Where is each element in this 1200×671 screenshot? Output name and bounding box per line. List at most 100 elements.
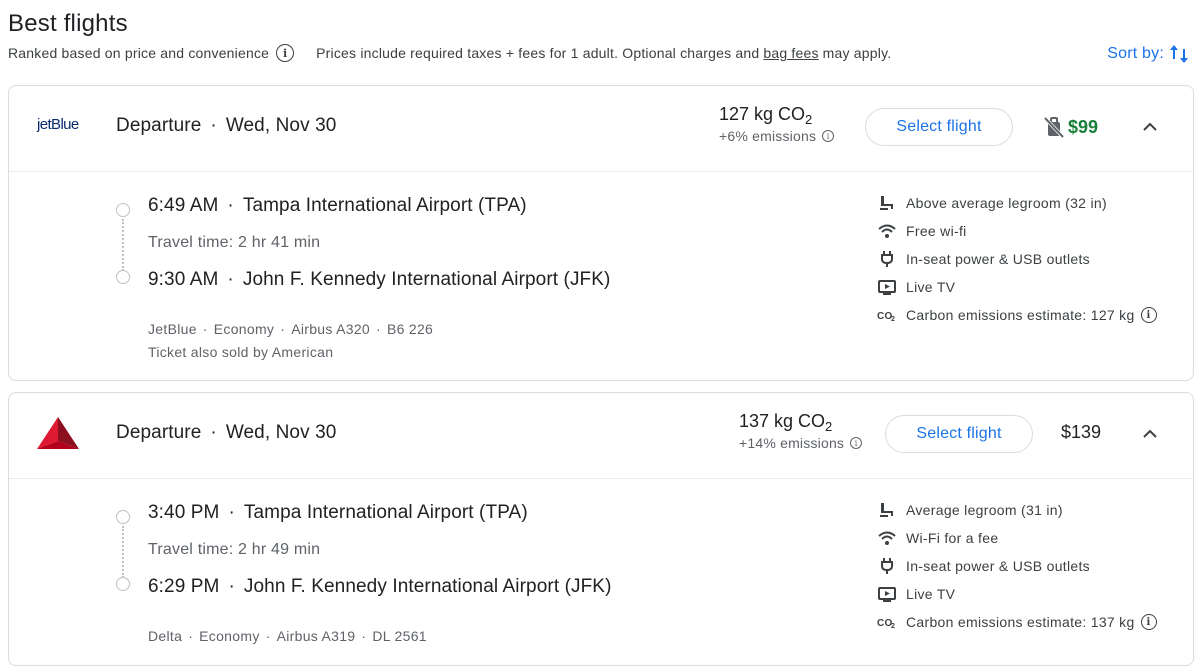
- amenity-text: Above average legroom (32 in): [906, 195, 1107, 211]
- timeline-dots: [122, 219, 124, 271]
- amenity-text: Free wi-fi: [906, 223, 967, 239]
- arrival-stop: 6:29 PM · John F. Kennedy International Ai…: [148, 576, 612, 597]
- arrive-airport: John F. Kennedy International Airport (J…: [243, 576, 612, 597]
- amenity-text: In-seat power & USB outlets: [906, 558, 1090, 574]
- prices-text: Prices include required taxes + fees for…: [316, 45, 760, 61]
- meta-flight-number: DL 2561: [372, 628, 427, 644]
- amenity-row: CO 2 Carbon emissions estimate: 127 kg i: [877, 305, 1157, 325]
- svg-text:2: 2: [891, 623, 895, 629]
- delta-logo: [37, 417, 79, 449]
- no-carry-on-bag-icon: [1043, 116, 1065, 139]
- emissions-sub: 2: [825, 419, 833, 434]
- power-plug-icon: [877, 556, 897, 576]
- amenity-row: Wi-Fi for a fee: [877, 528, 998, 548]
- price: $139: [1061, 422, 1101, 443]
- departure-date: Departure · Wed, Nov 30: [116, 115, 337, 136]
- arrive-circle: [116, 577, 130, 591]
- emissions: 127 kg CO2 +6% emissions i: [719, 104, 835, 144]
- amenity-text: In-seat power & USB outlets: [906, 251, 1090, 267]
- wifi-icon: [877, 528, 897, 548]
- price-value: $139: [1061, 422, 1102, 442]
- arrive-time: 9:30 AM: [148, 269, 219, 290]
- co2-icon: CO 2: [877, 305, 897, 325]
- legroom-icon: [877, 193, 897, 213]
- sold-by: Ticket also sold by American: [148, 344, 334, 360]
- flight-meta: Delta · Economy · Airbus A319 · DL 2561: [148, 628, 427, 644]
- flight-meta: JetBlue · Economy · Airbus A320 · B6 226: [148, 321, 434, 337]
- timeline: [116, 510, 130, 591]
- amenity-text: Average legroom (31 in): [906, 502, 1063, 518]
- depart-airport: Tampa International Airport (TPA): [243, 502, 528, 523]
- ranked-text: Ranked based on price and convenience: [8, 45, 270, 61]
- depart-circle: [116, 203, 130, 217]
- meta-airline: Delta: [148, 628, 183, 644]
- amenity-row: In-seat power & USB outlets: [877, 556, 1090, 576]
- timeline: [116, 203, 130, 284]
- amenity-text: Live TV: [906, 586, 956, 602]
- sort-label: Sort by:: [1107, 45, 1164, 62]
- flight-summary[interactable]: Departure · Wed, Nov 30 137 kg CO2 +14% em…: [9, 393, 1193, 479]
- departure-date: Departure · Wed, Nov 30: [116, 422, 337, 443]
- section-title: Best flights: [8, 10, 128, 37]
- amenity-text: Wi-Fi for a fee: [906, 530, 999, 546]
- svg-text:2: 2: [891, 316, 895, 322]
- amenity-row: Live TV: [877, 277, 955, 297]
- meta-aircraft: Airbus A320: [291, 321, 370, 337]
- ranking-info: Ranked based on price and convenience i …: [8, 44, 891, 62]
- flight-summary[interactable]: jetBlue Departure · Wed, Nov 30 127 kg CO2…: [9, 86, 1193, 172]
- power-plug-icon: [877, 249, 897, 269]
- meta-airline: JetBlue: [148, 321, 197, 337]
- amenity-row: CO 2 Carbon emissions estimate: 137 kg i: [877, 612, 1157, 632]
- departure-label: Departure: [116, 115, 202, 136]
- info-icon[interactable]: i: [850, 437, 863, 449]
- live-tv-icon: [877, 584, 897, 604]
- timeline-dots: [122, 526, 124, 578]
- live-tv-icon: [877, 277, 897, 297]
- airline-logo: jetBlue: [37, 116, 79, 133]
- emissions: 137 kg CO2 +14% emissions i: [739, 411, 863, 451]
- select-flight-button[interactable]: Select flight: [885, 415, 1033, 453]
- info-icon[interactable]: i: [822, 130, 835, 142]
- sort-button[interactable]: Sort by:: [1107, 42, 1190, 66]
- emissions-kg: 137 kg CO: [739, 411, 826, 431]
- sort-arrows-icon: [1170, 45, 1188, 63]
- meta-class: Economy: [213, 321, 275, 337]
- arrive-time: 6:29 PM: [148, 576, 220, 597]
- arrive-circle: [116, 270, 130, 284]
- legroom-icon: [877, 500, 897, 520]
- meta-flight-number: B6 226: [386, 321, 434, 337]
- departure-stop: 6:49 AM · Tampa International Airport (TPA…: [148, 195, 527, 216]
- meta-aircraft: Airbus A319: [276, 628, 356, 644]
- amenity-row: Above average legroom (32 in): [877, 193, 1107, 213]
- depart-time: 3:40 PM: [148, 502, 220, 523]
- bag-fees-link[interactable]: bag fees: [763, 45, 818, 61]
- results-header: Best flights Ranked based on price and c…: [8, 8, 1192, 80]
- flight-card[interactable]: jetBlue Departure · Wed, Nov 30 127 kg CO2…: [8, 85, 1194, 381]
- select-flight-button[interactable]: Select flight: [865, 108, 1013, 146]
- amenity-text: Carbon emissions estimate: 127 kg: [906, 307, 1135, 323]
- amenity-row: Free wi-fi: [877, 221, 967, 241]
- travel-time: Travel time: 2 hr 41 min: [148, 234, 321, 251]
- amenity-row: In-seat power & USB outlets: [877, 249, 1090, 269]
- info-icon[interactable]: i: [276, 44, 295, 62]
- date: Wed, Nov 30: [225, 115, 337, 136]
- prices-text-end: may apply.: [822, 45, 892, 61]
- chevron-up-icon[interactable]: [1141, 118, 1159, 136]
- chevron-up-icon[interactable]: [1141, 425, 1159, 443]
- info-icon[interactable]: i: [1140, 307, 1157, 323]
- wifi-icon: [877, 221, 897, 241]
- travel-time: Travel time: 2 hr 49 min: [148, 541, 321, 558]
- emissions-pct: +6% emissions: [719, 128, 817, 144]
- depart-time: 6:49 AM: [148, 195, 219, 216]
- emissions-sub: 2: [805, 112, 813, 127]
- info-icon[interactable]: i: [1140, 614, 1157, 630]
- emissions-pct: +14% emissions: [739, 435, 845, 451]
- flight-card[interactable]: Departure · Wed, Nov 30 137 kg CO2 +14% em…: [8, 392, 1194, 666]
- departure-label: Departure: [116, 422, 202, 443]
- amenity-row: Live TV: [877, 584, 955, 604]
- depart-circle: [116, 510, 130, 524]
- amenity-text: Carbon emissions estimate: 137 kg: [906, 614, 1135, 630]
- departure-stop: 3:40 PM · Tampa International Airport (TPA…: [148, 502, 528, 523]
- date: Wed, Nov 30: [225, 422, 337, 443]
- arrival-stop: 9:30 AM · John F. Kennedy International Ai…: [148, 269, 611, 290]
